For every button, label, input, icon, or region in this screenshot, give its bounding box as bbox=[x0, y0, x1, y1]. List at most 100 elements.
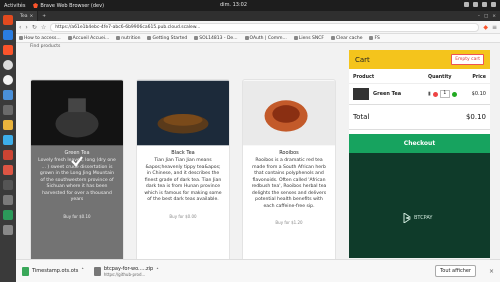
dock-app-icon[interactable] bbox=[3, 165, 13, 175]
download-source: https://github-prod... bbox=[103, 271, 146, 277]
minimize-icon[interactable]: – bbox=[478, 14, 480, 19]
bookmark-favicon-icon bbox=[19, 36, 23, 40]
dock-app-icon[interactable] bbox=[3, 105, 13, 115]
close-icon[interactable]: × bbox=[489, 268, 494, 275]
cart-item-price: $0.10 bbox=[471, 91, 486, 97]
download-filename: Timestamp.ots.ots bbox=[32, 268, 79, 274]
battery-icon[interactable] bbox=[482, 2, 487, 7]
dock-app-icon[interactable] bbox=[3, 225, 13, 235]
file-icon bbox=[93, 266, 101, 276]
bookmark-favicon-icon bbox=[147, 36, 152, 40]
dock-app-icon[interactable] bbox=[3, 195, 13, 205]
dock-app-icon[interactable] bbox=[3, 45, 13, 55]
bookmark-item[interactable]: nutrition bbox=[116, 36, 140, 41]
new-tab-icon[interactable]: + bbox=[38, 14, 50, 19]
tab-title: Tea bbox=[20, 13, 28, 19]
brave-icon bbox=[33, 3, 39, 8]
bookmark-item[interactable]: Clear cache bbox=[330, 36, 362, 41]
bookmark-item[interactable]: Liens SNCF bbox=[293, 36, 324, 41]
chevron-up-icon[interactable]: ˄ bbox=[156, 268, 159, 274]
btcpay-icon bbox=[403, 213, 411, 223]
product-image bbox=[137, 80, 229, 146]
close-window-icon[interactable]: × bbox=[492, 14, 496, 19]
dock-app-icon[interactable] bbox=[3, 90, 13, 100]
address-toolbar: ‹ › ↻ ☆ https://a61e1b4ebc-4fe7-abc6-6b9… bbox=[16, 21, 500, 34]
bookmark-item[interactable]: FS bbox=[369, 36, 380, 41]
network-icon[interactable] bbox=[464, 2, 469, 7]
btcpay-logo: BTCPAY bbox=[403, 213, 432, 223]
bookmark-favicon-icon bbox=[244, 36, 249, 40]
dock-app-icon[interactable] bbox=[3, 180, 13, 190]
bookmark-favicon-icon bbox=[293, 36, 298, 40]
product-card[interactable]: Green Tea Lovely fresh leaves, long (dry… bbox=[30, 79, 124, 259]
decrease-icon[interactable] bbox=[432, 91, 438, 97]
column-price: Price bbox=[472, 75, 486, 80]
download-item[interactable]: Timestamp.ots.ots ˄ bbox=[22, 266, 84, 276]
column-quantity: Quantity bbox=[428, 75, 452, 80]
delete-icon[interactable]: ▮ bbox=[428, 91, 431, 97]
close-icon[interactable]: × bbox=[30, 14, 34, 19]
dock-app-icon[interactable] bbox=[3, 15, 13, 25]
system-top-bar: Activités Brave Web Browser (dev) dim. 1… bbox=[0, 0, 500, 11]
folder-icon bbox=[369, 36, 374, 40]
app-menu[interactable]: Brave Web Browser (dev) bbox=[33, 3, 104, 9]
dock-app-icon[interactable] bbox=[3, 210, 13, 220]
buy-link[interactable]: Buy for $0.00 bbox=[137, 214, 229, 219]
product-description: Tian Jian Tian Jian means &apos;heavenly… bbox=[144, 158, 222, 202]
bookmark-icon[interactable]: ☆ bbox=[41, 24, 46, 31]
clock[interactable]: dim. 13:02 bbox=[220, 2, 247, 8]
dock-app-icon[interactable] bbox=[3, 30, 13, 40]
bookmark-item[interactable]: Getting Started bbox=[147, 36, 187, 41]
dock-app-icon[interactable] bbox=[3, 75, 13, 85]
reload-icon[interactable]: ↻ bbox=[32, 24, 37, 31]
menu-icon[interactable]: ≡ bbox=[492, 24, 497, 31]
show-all-button[interactable]: Tout afficher bbox=[435, 265, 476, 277]
product-image bbox=[31, 80, 123, 146]
activities-button[interactable]: Activités bbox=[4, 3, 25, 9]
url-field[interactable]: https://a61e1b4ebc-4fe7-abc6-6b9906ca615… bbox=[50, 22, 480, 32]
cart-item-thumbnail bbox=[353, 88, 369, 100]
maximize-icon[interactable]: □ bbox=[484, 14, 488, 19]
column-product: Product bbox=[353, 75, 375, 80]
product-card[interactable]: Rooibos Rooibos is a dramatic red tea ma… bbox=[242, 79, 336, 259]
power-icon[interactable] bbox=[491, 2, 496, 7]
file-icon bbox=[22, 266, 29, 276]
product-card[interactable]: Black Tea Tian Jian Tian Jian means &apo… bbox=[136, 79, 230, 259]
total-amount: $0.10 bbox=[465, 113, 486, 121]
download-shelf: Timestamp.ots.ots ˄ btcpay-for-wo.....zi… bbox=[16, 259, 500, 282]
increase-icon[interactable] bbox=[451, 91, 457, 97]
bookmark-item[interactable]: OAuth | Comm... bbox=[244, 36, 287, 41]
cart-total: Total $0.10 bbox=[349, 105, 490, 130]
browser-tab[interactable]: Tea × bbox=[16, 11, 39, 21]
dock-app-icon[interactable] bbox=[3, 120, 13, 130]
bookmark-item[interactable]: How to access... bbox=[19, 36, 61, 41]
brave-shields-icon[interactable]: ◆ bbox=[483, 24, 488, 31]
product-description: Rooibos is a dramatic red tea made from … bbox=[251, 158, 327, 209]
checkout-button[interactable]: Checkout bbox=[349, 134, 490, 153]
tab-bar: Tea × + – □ × bbox=[16, 11, 500, 21]
total-label: Total bbox=[353, 113, 370, 121]
dock-app-icon[interactable] bbox=[3, 60, 13, 70]
dock bbox=[0, 11, 16, 282]
empty-cart-button[interactable]: Empty cart bbox=[451, 54, 484, 65]
system-tray[interactable] bbox=[464, 2, 496, 7]
bookmark-item[interactable]: Accueil Accuei... bbox=[67, 36, 109, 41]
dock-app-icon[interactable] bbox=[3, 135, 13, 145]
cart-title: Cart bbox=[355, 55, 370, 64]
back-icon[interactable]: ‹ bbox=[19, 24, 21, 31]
quantity-controls: ▮ 1 bbox=[428, 90, 471, 98]
dock-app-icon[interactable] bbox=[3, 150, 13, 160]
volume-icon[interactable] bbox=[473, 2, 478, 7]
chevron-up-icon[interactable]: ˄ bbox=[81, 268, 84, 274]
cart-item: Green Tea ▮ 1 $0.10 bbox=[349, 84, 490, 105]
quantity-input[interactable]: 1 bbox=[439, 90, 450, 98]
bookmark-favicon-icon bbox=[67, 36, 72, 40]
bookmarks-bar: How to access... Accueil Accuei... nutri… bbox=[16, 34, 500, 43]
product-description: Lovely fresh leaves, long (dry one ... )… bbox=[38, 158, 116, 202]
download-item[interactable]: btcpay-for-wo.....zip https://github-pro… bbox=[93, 266, 159, 277]
bookmark-item[interactable]: SOL14813 - De... bbox=[194, 36, 238, 41]
buy-link[interactable]: Buy for $0.10 bbox=[31, 214, 123, 219]
forward-icon[interactable]: › bbox=[25, 24, 27, 31]
app-name: Brave Web Browser (dev) bbox=[40, 2, 105, 9]
buy-link[interactable]: Buy for $1.20 bbox=[243, 220, 335, 225]
